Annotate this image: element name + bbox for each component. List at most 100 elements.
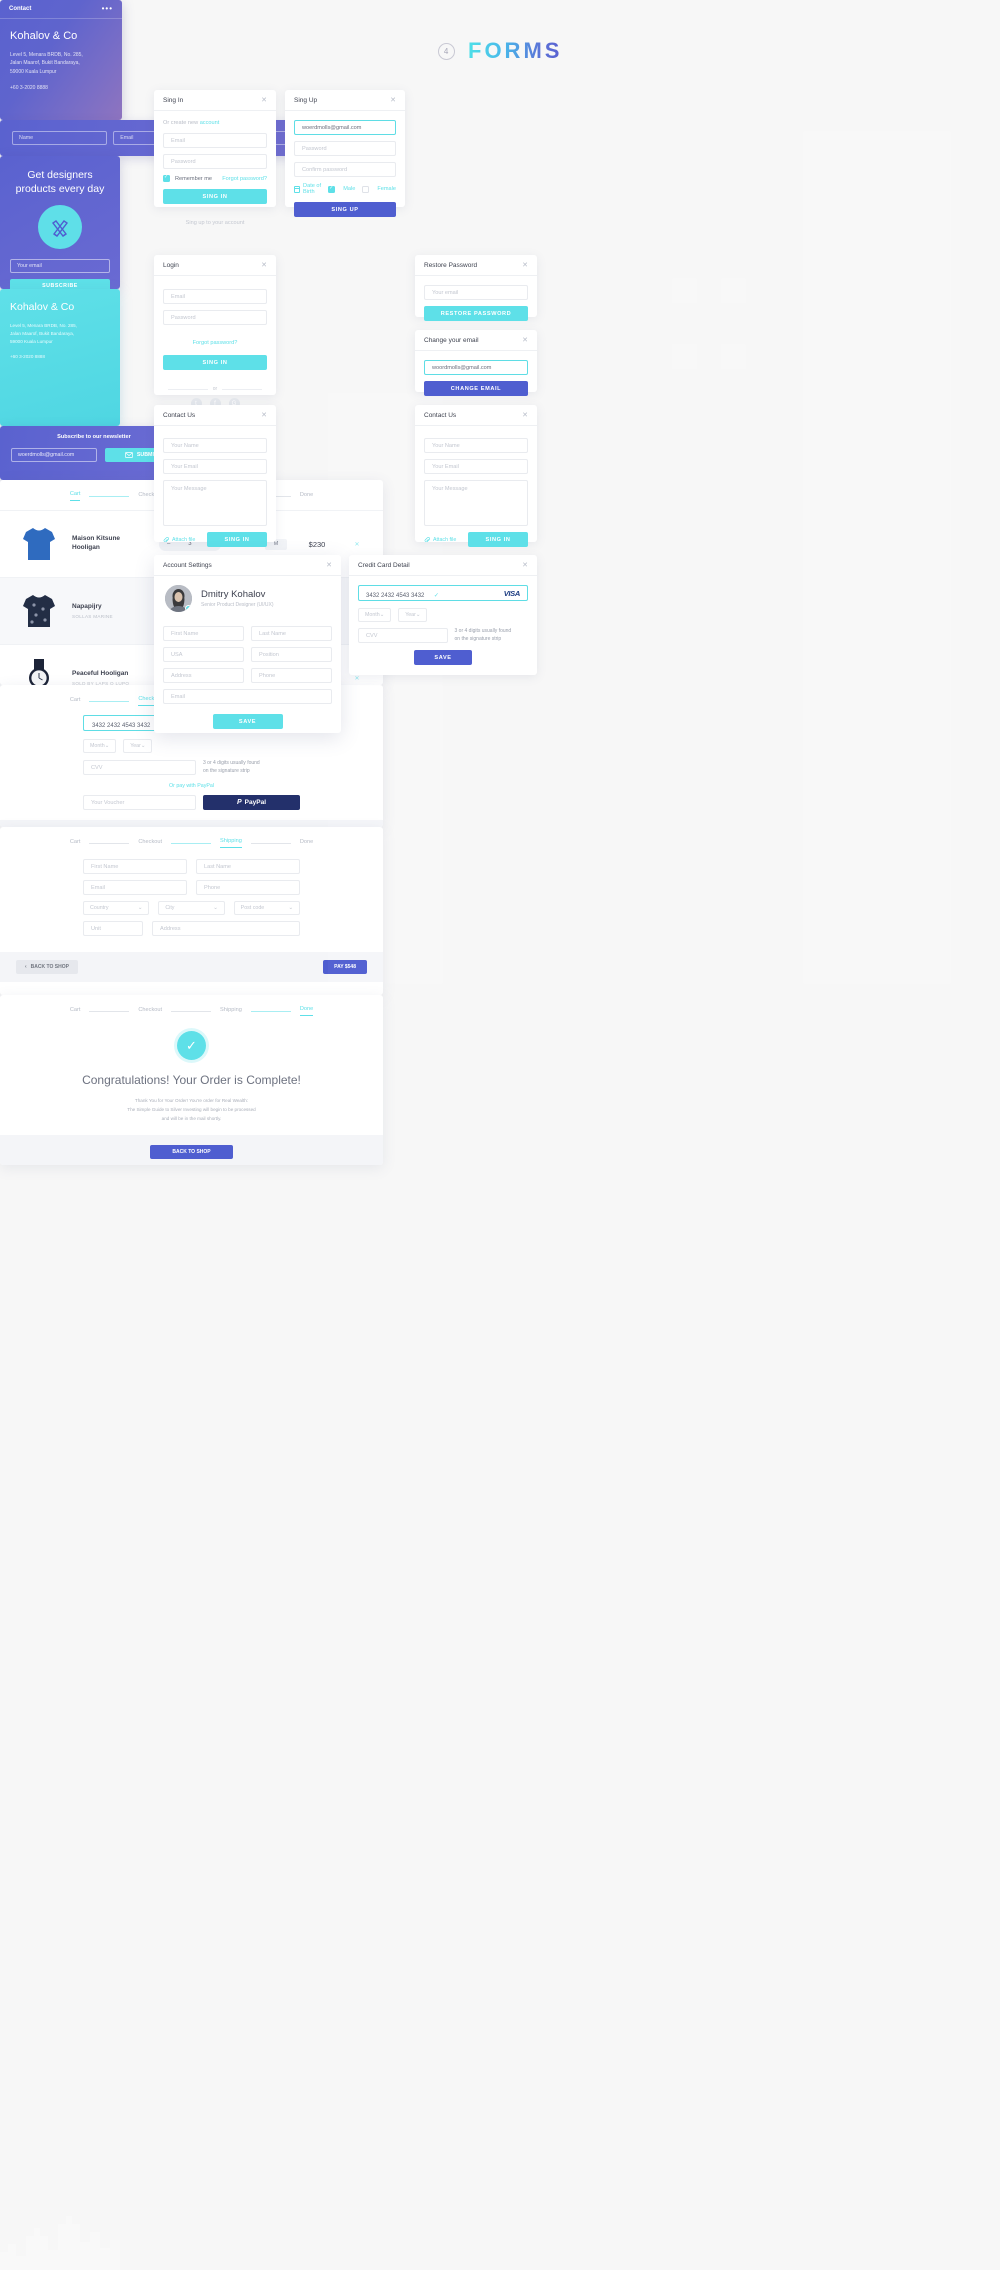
login-card: Login ✕ Email Password Forgot password? … xyxy=(154,255,276,409)
thank-you-line-1: Thank You for Your Order! You're order f… xyxy=(134,1098,249,1104)
contact-us-header: Contact Us ✕ xyxy=(415,405,537,426)
success-check-icon: ✓ xyxy=(177,1031,206,1060)
step-divider xyxy=(250,1010,291,1012)
credit-card-title: Credit Card Detail xyxy=(358,561,410,569)
cvv-hint: 3 or 4 digits usually found on the signa… xyxy=(455,628,529,643)
step-cart[interactable]: Cart xyxy=(70,1007,81,1016)
expiry-month-select[interactable]: Month ⌄ xyxy=(358,608,392,622)
order-complete-message: Thank You for Your Order! You're order f… xyxy=(0,1097,383,1123)
message-textarea[interactable]: Your Message xyxy=(163,480,267,526)
save-button[interactable]: SAVE xyxy=(212,714,283,729)
submit-button[interactable]: SING IN xyxy=(207,532,267,547)
thank-you-line-2: The Simple Guide to Silver Investing wil… xyxy=(127,1106,256,1112)
cvv-hint-line-1: 3 or 4 digits usually found xyxy=(454,628,512,634)
country-field[interactable]: USA xyxy=(163,647,244,662)
phone-field[interactable]: Phone xyxy=(251,668,332,683)
restore-password-button[interactable]: RESTORE PASSWORD xyxy=(424,306,528,321)
first-name-field[interactable]: First Name xyxy=(163,626,244,641)
close-icon[interactable]: ✕ xyxy=(522,337,528,344)
order-complete-title: Congratulations! Your Order is Complete! xyxy=(0,1072,383,1088)
online-status-badge xyxy=(185,605,192,612)
address-line-2: Jalan Maarof, Bukit Bandaraya, xyxy=(10,60,80,67)
forgot-password-link[interactable]: Forgot password? xyxy=(193,340,238,346)
submit-button[interactable]: SING IN xyxy=(468,532,528,547)
step-shipping[interactable]: Shipping xyxy=(220,1007,242,1016)
last-name-field[interactable]: Last Name xyxy=(251,626,332,641)
thank-you-line-3: and will be in the mail shortly. xyxy=(161,1115,222,1121)
expiry-year-select[interactable]: Year ⌄ xyxy=(398,608,428,622)
close-icon[interactable]: ✕ xyxy=(522,262,528,269)
contact-us-card-right: Contact Us ✕ Your Name Your Email Your M… xyxy=(415,405,537,547)
close-icon[interactable]: ✕ xyxy=(522,562,528,569)
attach-file-label: Attach file xyxy=(172,536,196,543)
email-field[interactable]: Your email xyxy=(424,285,528,300)
email-field[interactable]: Email xyxy=(163,289,267,304)
card-number-field[interactable]: 3432 2432 4543 3432 ✓ VISA xyxy=(358,585,528,601)
paperclip-icon xyxy=(163,536,169,542)
forms-ui-kit-page: 4 FORMS Sing In ✕ Or create new account … xyxy=(0,0,1000,2270)
close-icon[interactable]: ✕ xyxy=(326,562,332,569)
address-line-1: Level 5, Menara BRDB, No. 285, xyxy=(10,52,83,58)
sign-in-button[interactable]: SING IN xyxy=(163,355,267,370)
close-icon[interactable]: ✕ xyxy=(261,262,267,269)
company-name: Kohalov & Co xyxy=(10,30,78,42)
address-field[interactable]: Address xyxy=(163,668,244,683)
contact-card-title: Contact xyxy=(9,6,32,12)
account-settings-card: Account Settings ✕ Dmitry Kohalov Senior… xyxy=(154,555,341,733)
company-name: Kohalov & Co xyxy=(10,301,75,313)
restore-password-card: Restore Password ✕ Your email RESTORE PA… xyxy=(415,255,537,321)
address-line-3: 59000 Kuala Lumpur xyxy=(10,68,57,75)
attach-file-link[interactable]: Attach file xyxy=(424,537,456,543)
or-label: or xyxy=(212,386,218,392)
contact-us-title: Contact Us xyxy=(424,411,457,419)
phone-number: +60 3-2020 8888 xyxy=(10,84,48,91)
step-checkout[interactable]: Checkout xyxy=(138,1007,162,1016)
cvv-hint-line-2: on the signature strip xyxy=(454,635,502,642)
cvv-field[interactable]: CVV xyxy=(358,628,448,643)
save-button[interactable]: SAVE xyxy=(414,650,472,665)
email-field[interactable]: Your Email xyxy=(163,459,267,474)
attach-file-link[interactable]: Attach file xyxy=(163,537,195,543)
email-field[interactable]: Your Email xyxy=(424,459,528,474)
contact-us-title: Contact Us xyxy=(163,411,196,419)
order-complete-footer: BACK TO SHOP xyxy=(0,1135,383,1165)
email-field[interactable]: Email xyxy=(163,689,332,704)
user-name: Dmitry Kohalov xyxy=(201,589,266,600)
address-line-1: Level 5, Menara BRDB, No. 285, xyxy=(10,323,77,328)
order-complete-title-line-2: Complete! xyxy=(246,1073,301,1087)
chevron-down-icon: ⌄ xyxy=(415,612,421,618)
step-done[interactable]: Done xyxy=(299,1006,314,1016)
expiry-month-label: Month xyxy=(365,612,380,618)
back-to-shop-button[interactable]: BACK TO SHOP xyxy=(150,1145,233,1160)
phone-number: +60 3-2020 8888 xyxy=(10,354,45,360)
change-email-card: Change your email ✕ woordmolls@gmail.com… xyxy=(415,330,537,396)
login-header: Login ✕ xyxy=(154,255,276,276)
step-divider xyxy=(89,1010,130,1012)
name-field[interactable]: Your Name xyxy=(163,438,267,453)
close-icon[interactable]: ✕ xyxy=(522,412,528,419)
credit-card-header: Credit Card Detail ✕ xyxy=(349,555,537,576)
order-complete-title-line-1: Congratulations! Your Order is xyxy=(82,1073,243,1087)
restore-password-header: Restore Password ✕ xyxy=(415,255,537,276)
valid-check-icon: ✓ xyxy=(433,593,439,599)
expiry-year-label: Year xyxy=(405,612,416,618)
change-email-header: Change your email ✕ xyxy=(415,330,537,351)
name-field[interactable]: Your Name xyxy=(424,438,528,453)
credit-card-detail-card: Credit Card Detail ✕ 3432 2432 4543 3432… xyxy=(349,555,537,675)
contact-us-card-left: Contact Us ✕ Your Name Your Email Your M… xyxy=(154,405,276,547)
contact-card: Contact ••• Kohalov & Co Level 5, Menara… xyxy=(0,0,951,984)
position-field[interactable]: Position xyxy=(251,647,332,662)
visa-logo: VISA xyxy=(503,588,521,598)
checkout-steps-done: Cart Checkout Shipping Done xyxy=(0,995,383,1025)
password-field[interactable]: Password xyxy=(163,310,267,325)
card-number-value: 3432 2432 4543 3432 xyxy=(366,593,425,599)
paperclip-icon xyxy=(424,536,430,542)
change-email-button[interactable]: CHANGE EMAIL xyxy=(424,381,528,396)
email-field[interactable]: woordmolls@gmail.com xyxy=(424,360,528,375)
close-icon[interactable]: ✕ xyxy=(261,412,267,419)
avatar xyxy=(165,585,192,612)
login-title: Login xyxy=(163,261,179,269)
attach-file-label: Attach file xyxy=(433,536,457,543)
message-textarea[interactable]: Your Message xyxy=(424,480,528,526)
change-email-title: Change your email xyxy=(424,336,479,344)
